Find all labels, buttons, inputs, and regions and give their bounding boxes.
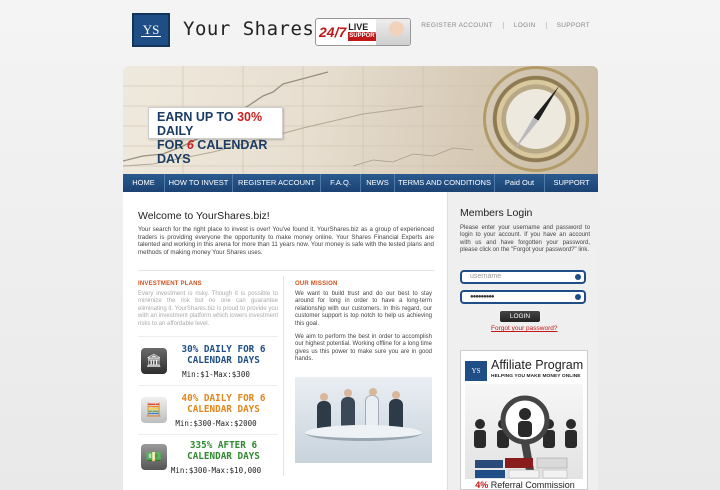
affiliate-title: Affiliate Program — [491, 358, 584, 372]
username-placeholder: username — [470, 273, 502, 280]
investment-plans-heading: INVESTMENT PLANS — [138, 281, 202, 287]
main-nav: HOME HOW TO INVEST REGISTER ACCOUNT F.A.… — [123, 174, 598, 192]
nav-faq[interactable]: F.A.Q. — [321, 174, 361, 192]
promo-line1-highlight: 30% — [237, 110, 263, 124]
plan-2-minmax: Min:$300-Max:$2000 — [175, 419, 257, 428]
promo-box: EARN UP TO 30% DAILY FOR 6 CALENDAR DAYS — [148, 107, 283, 166]
promo-line1-prefix: EARN UP TO — [157, 110, 238, 124]
plan-1-rate: 30% DAILY FOR 6 CALENDAR DAYS — [171, 344, 276, 366]
affiliate-subtitle: HELPING YOU MAKE MONEY ONLINE — [491, 374, 581, 379]
mission-paragraph-1: We want to build trust and do our best t… — [295, 291, 432, 327]
live-support-badge[interactable]: 24/7 LIVE SUPPORT — [315, 18, 411, 46]
nav-news[interactable]: NEWS — [361, 174, 395, 192]
affiliate-commission-text: Referral Commission — [488, 480, 575, 490]
logo-text: YS — [140, 22, 162, 37]
plan-1[interactable]: 🏛 30% DAILY FOR 6 CALENDAR DAYS Min:$1-M… — [141, 344, 276, 384]
password-input[interactable]: ●●●●●●●●● — [460, 290, 586, 304]
login-instructions: Please enter your username and password … — [460, 225, 590, 254]
promo-line2-highlight: 6 — [186, 138, 194, 152]
plan-separator — [138, 385, 278, 386]
nav-register-account[interactable]: REGISTER ACCOUNT — [233, 174, 321, 192]
compass-icon — [481, 66, 591, 174]
sidebar: Members Login Please enter your username… — [447, 192, 598, 490]
promo-line1-suffix: DAILY — [157, 124, 194, 138]
clear-icon[interactable] — [575, 294, 581, 300]
plan-1-rate-line2: CALENDAR DAYS — [187, 355, 260, 366]
plan-3-minmax: Min:$300-Max:$10,000 — [170, 466, 262, 475]
affiliate-commission: 4% Referral Commission — [461, 480, 589, 490]
plan-2-rate-line1: 40% DAILY FOR 6 — [181, 393, 266, 404]
promo-line2: FOR 6 CALENDAR DAYS — [157, 138, 282, 166]
password-value: ●●●●●●●●● — [470, 294, 495, 300]
plan-2-rate: 40% DAILY FOR 6 CALENDAR DAYS — [171, 393, 276, 415]
mission-paragraph-2: We aim to perform the best in order to a… — [295, 334, 432, 363]
badge-live: LIVE — [348, 22, 369, 32]
support-agent-icon — [376, 19, 410, 45]
plan-separator — [138, 336, 278, 337]
top-link-support[interactable]: SUPPORT — [545, 22, 600, 29]
plan-3-rate-line2: CALENDAR DAYS — [187, 451, 260, 462]
promo-line2-prefix: FOR — [157, 138, 187, 152]
badge-support: SUPPORT — [348, 32, 380, 41]
nav-terms[interactable]: TERMS AND CONDITIONS — [395, 174, 495, 192]
top-link-login[interactable]: LOGIN — [502, 22, 546, 29]
nav-support[interactable]: SUPPORT — [545, 174, 598, 192]
plan-separator — [138, 434, 278, 435]
affiliate-pct: 4% — [475, 480, 489, 490]
username-input[interactable]: username — [460, 270, 586, 284]
members-login-title: Members Login — [460, 207, 533, 219]
plan-3-rate-line1: 335% AFTER 6 — [189, 440, 258, 451]
business-meeting-image — [295, 377, 432, 463]
referral-network-icon — [465, 384, 583, 479]
badge-live-stack: LIVE SUPPORT — [348, 22, 380, 41]
top-link-register[interactable]: REGISTER ACCOUNT — [411, 22, 503, 29]
plan-3-rate: 335% AFTER 6 CALENDAR DAYS — [171, 440, 276, 462]
plan-2[interactable]: 🧮 40% DAILY FOR 6 CALENDAR DAYS Min:$300… — [141, 393, 276, 433]
forgot-password-link[interactable]: Forgot your password? — [491, 325, 557, 332]
meeting-table — [305, 425, 422, 441]
affiliate-banner[interactable]: YS Affiliate Program HELPING YOU MAKE MO… — [460, 350, 588, 490]
section-divider — [138, 270, 434, 271]
nav-home[interactable]: HOME — [123, 174, 165, 192]
person-figure — [365, 388, 379, 429]
plan-1-rate-line1: 30% DAILY FOR 6 — [181, 344, 266, 355]
welcome-text: Your search for the right place to inves… — [138, 226, 434, 256]
plan-1-minmax: Min:$1-Max:$300 — [182, 370, 250, 379]
investment-text: Every investment is risky. Though it is … — [138, 291, 278, 327]
mission-heading: OUR MISSION — [295, 281, 338, 287]
site-logo[interactable]: YS — [132, 13, 170, 47]
nav-paid-out[interactable]: Paid Out — [495, 174, 545, 192]
top-links: REGISTER ACCOUNT LOGIN SUPPORT — [411, 22, 600, 29]
clear-icon[interactable] — [575, 274, 581, 280]
welcome-title: Welcome to YourShares.biz! — [138, 210, 270, 222]
affiliate-logo: YS — [465, 361, 487, 381]
plan-3[interactable]: 💵 335% AFTER 6 CALENDAR DAYS Min:$300-Ma… — [141, 440, 276, 480]
nav-how-to-invest[interactable]: HOW TO INVEST — [165, 174, 233, 192]
login-button[interactable]: LOGIN — [500, 311, 540, 322]
promo-line1: EARN UP TO 30% DAILY — [157, 110, 282, 138]
mission-text: We want to build trust and do our best t… — [295, 291, 432, 370]
badge-247: 24/7 — [319, 24, 347, 40]
plan-2-rate-line2: CALENDAR DAYS — [187, 404, 260, 415]
site-name: Your Shares — [183, 18, 315, 40]
